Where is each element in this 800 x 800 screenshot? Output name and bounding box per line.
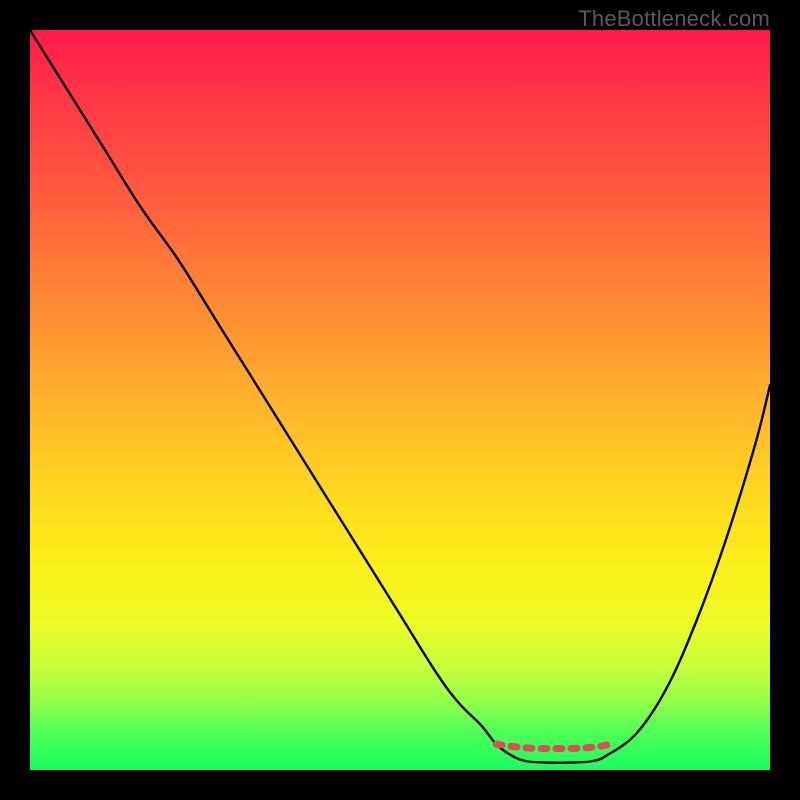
bottleneck-curve-line [30,30,770,763]
attribution-label: TheBottleneck.com [578,6,770,32]
chart-svg [30,30,770,770]
plot-area [30,30,770,770]
optimal-range-marker-line [496,743,614,748]
chart-frame: TheBottleneck.com [0,0,800,800]
